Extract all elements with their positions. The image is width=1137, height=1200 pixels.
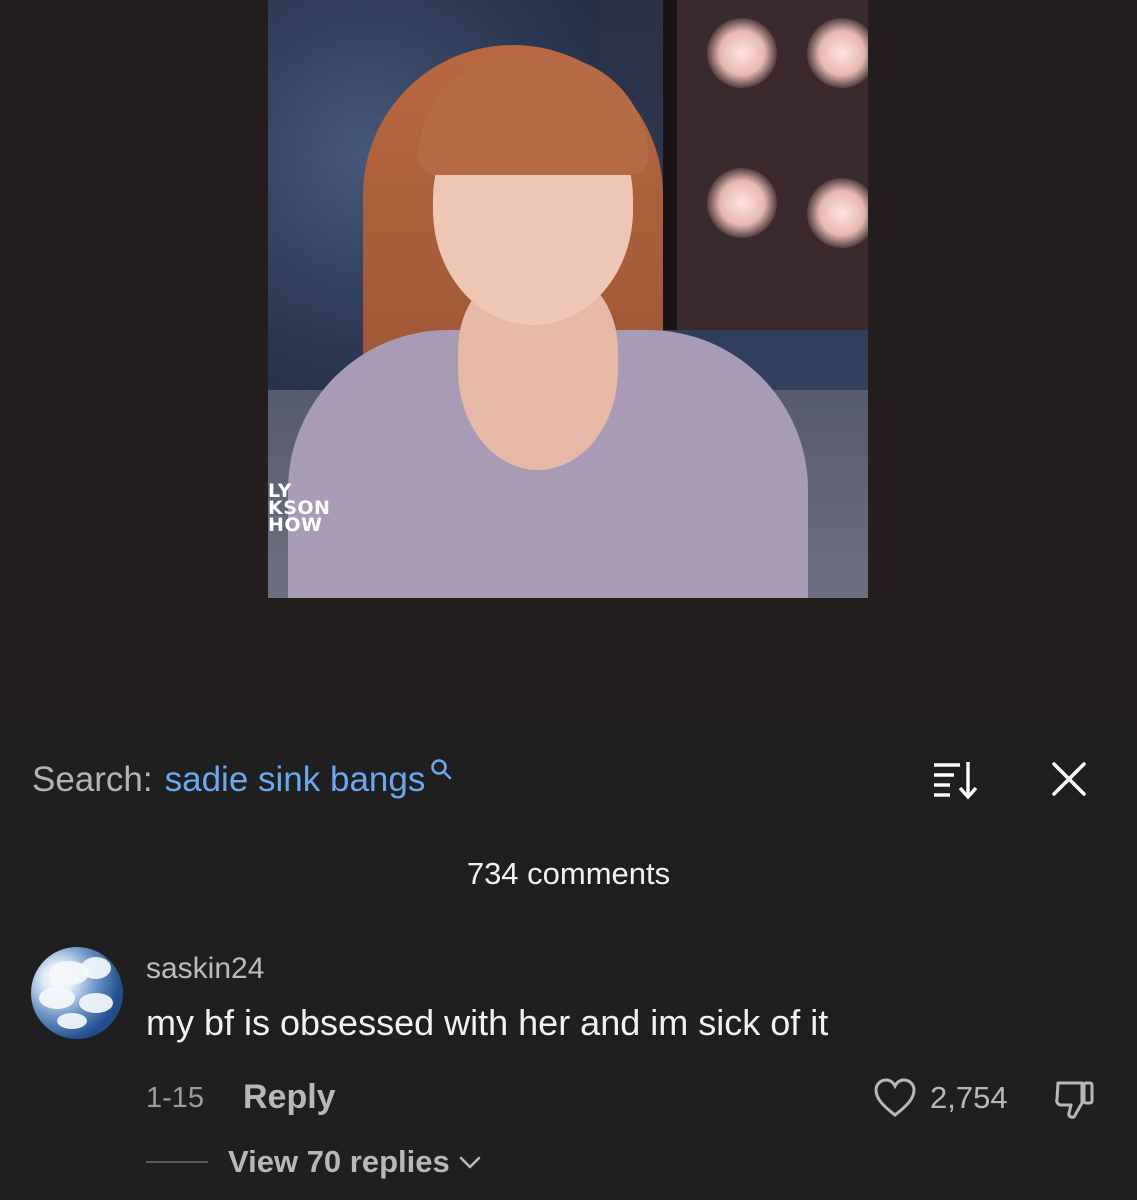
like-count: 2,754 [930, 1080, 1008, 1115]
heart-icon[interactable] [872, 1076, 918, 1120]
search-icon[interactable] [429, 757, 453, 781]
avatar-cloud [79, 993, 113, 1013]
light-bulb [807, 178, 868, 248]
thread-line [146, 1161, 208, 1163]
watermark-line: HOW [268, 514, 323, 536]
comments-sheet: Search: sadie sink bangs 734 comments sa… [0, 714, 1137, 1200]
close-icon[interactable] [1046, 756, 1092, 802]
comment-username[interactable]: saskin24 [146, 952, 264, 986]
avatar-cloud [39, 987, 75, 1009]
avatar-cloud [81, 957, 111, 979]
sort-icon[interactable] [930, 756, 980, 802]
video-background-window [663, 0, 868, 330]
video-frame[interactable]: LY KSON HOW [268, 0, 868, 598]
avatar-cloud [57, 1013, 87, 1029]
view-replies-label: View 70 replies [228, 1144, 450, 1179]
light-bulb [707, 168, 777, 238]
comment-date: 1-15 [146, 1082, 205, 1114]
search-label: Search: [32, 760, 153, 799]
avatar[interactable] [31, 947, 123, 1039]
reply-button[interactable]: Reply [243, 1078, 336, 1117]
search-query-link[interactable]: sadie sink bangs [165, 760, 426, 800]
show-watermark: LY KSON HOW [268, 482, 330, 536]
comment-count: 734 comments [466, 856, 671, 891]
chevron-down-icon [459, 1156, 481, 1169]
thumbs-down-icon[interactable] [1052, 1077, 1098, 1123]
search-header[interactable]: Search: sadie sink bangs [32, 757, 453, 800]
light-bulb [807, 18, 868, 88]
video-area[interactable]: LY KSON HOW [0, 0, 1137, 720]
light-bulb [707, 18, 777, 88]
view-replies-button[interactable]: View 70 replies [228, 1144, 482, 1180]
comment-text: my bf is obsessed with her and im sick o… [146, 1002, 829, 1043]
